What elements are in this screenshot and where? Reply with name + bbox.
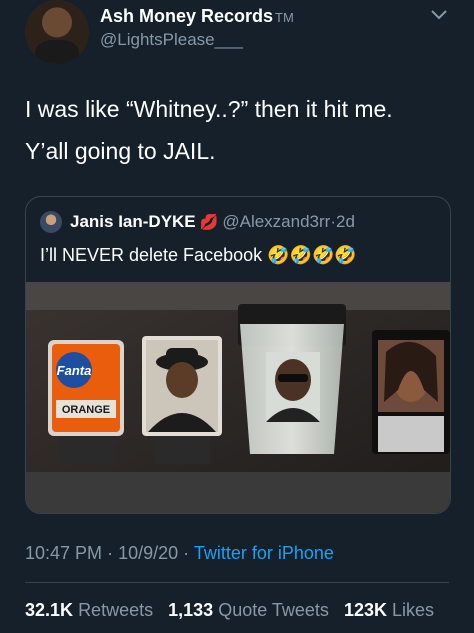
- kiss-mark-icon: 💋: [199, 214, 219, 231]
- tweet-timestamp: 10:47 PM · 10/9/20 · Twitter for iPhone: [25, 543, 334, 564]
- fanta-logo: Fanta: [57, 363, 92, 378]
- tweet-source-link[interactable]: Twitter for iPhone: [194, 543, 334, 563]
- author-name-tm: TM: [275, 10, 294, 25]
- quoted-author-handle: @Alexzand3rr: [222, 212, 331, 231]
- likes-label[interactable]: Likes: [392, 600, 434, 620]
- quote-tweets-count[interactable]: 1,133: [168, 600, 213, 620]
- fanta-flavor: ORANGE: [62, 404, 110, 416]
- retweets-label[interactable]: Retweets: [78, 600, 153, 620]
- tweet-text-line-1: I was like “Whitney..?” then it hit me.: [25, 96, 393, 122]
- tweet-text-line-2: Y’all going to JAIL.: [25, 138, 216, 164]
- likes-count[interactable]: 123K: [344, 600, 387, 620]
- quoted-author-avatar: [40, 211, 62, 233]
- author-avatar[interactable]: [25, 0, 89, 64]
- author-name[interactable]: Ash Money Records: [100, 6, 273, 27]
- laughing-emoji-icon: 🤣🤣🤣🤣: [267, 245, 357, 265]
- quoted-age: 2d: [335, 212, 355, 231]
- chevron-down-icon[interactable]: [430, 8, 448, 22]
- author-handle[interactable]: @LightsPlease___: [100, 30, 243, 50]
- tweet-date[interactable]: 10/9/20: [118, 543, 178, 563]
- tweet-header: Ash Money Records TM @LightsPlease___: [0, 0, 474, 70]
- divider: [25, 582, 449, 583]
- retweets-count[interactable]: 32.1K: [25, 600, 73, 620]
- quoted-text: I’ll NEVER delete Facebook: [40, 245, 263, 265]
- quoted-photo[interactable]: Fanta ORANGE: [26, 282, 450, 513]
- quoted-tweet[interactable]: Janis Ian-DYKE 💋 @Alexzand3rr · 2d I’ll …: [25, 196, 451, 514]
- soda-dispenser-image: Fanta ORANGE: [26, 282, 450, 513]
- engagement-stats: 32.1K Retweets 1,133 Quote Tweets 123K L…: [25, 600, 444, 621]
- tweet-text: I was like “Whitney..?” then it hit me. …: [25, 88, 455, 172]
- quoted-tweet-text: I’ll NEVER delete Facebook 🤣🤣🤣🤣: [40, 245, 357, 266]
- timestamp-dot: ·: [107, 543, 114, 563]
- timestamp-dot-2: ·: [183, 543, 190, 563]
- quoted-tweet-header: Janis Ian-DYKE 💋 @Alexzand3rr · 2d: [40, 211, 355, 233]
- quoted-author-name: Janis Ian-DYKE: [70, 212, 196, 231]
- quote-tweets-label[interactable]: Quote Tweets: [218, 600, 329, 620]
- author-name-row: Ash Money Records TM: [100, 6, 294, 27]
- tweet-time[interactable]: 10:47 PM: [25, 543, 102, 563]
